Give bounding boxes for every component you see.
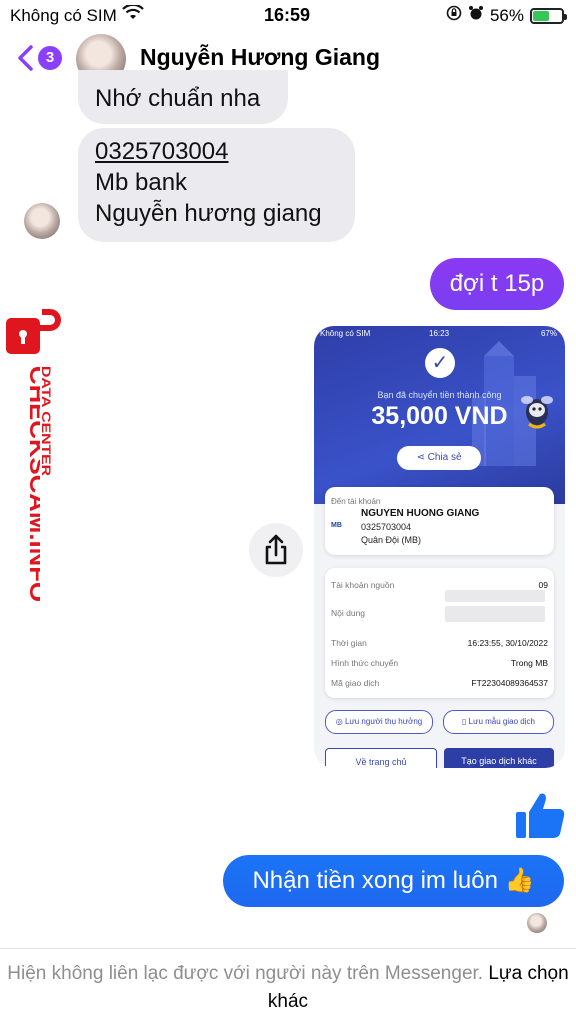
message-text: đợi t 15p [449, 270, 545, 297]
outgoing-message[interactable]: Nhận tiền xong im luôn 👍 [223, 855, 564, 907]
detail-row: Hình thức chuyển Trong MB [331, 658, 548, 668]
unavailable-text: Hiện không liên lạc được với người này t… [7, 963, 484, 984]
detail-value: Trong MB [510, 658, 548, 668]
unread-badge[interactable]: 3 [38, 46, 62, 70]
watermark-sub-text: DATA CENTER [39, 366, 53, 476]
receipt-header: Không có SIM 16:23 67% ✓ Bạn đã chuyển t… [314, 326, 565, 504]
message-text: Nhận tiền xong im luôn 👍 [252, 867, 535, 894]
transaction-details: Tài khoản nguồn 09 Nội dung Thời gian 16… [325, 568, 554, 698]
message-text: Nhớ chuẩn nha [95, 85, 261, 112]
unavailable-notice: Hiện không liên lạc được với người này t… [0, 960, 576, 1016]
home-button: Về trang chủ [325, 748, 437, 768]
wifi-icon [122, 3, 144, 26]
checkscam-watermark: CHECKSCAM.INFO DATA CENTER [4, 308, 64, 602]
save-recipient-label: Lưu người thụ hưởng [344, 717, 423, 726]
footer-divider [0, 948, 576, 949]
detail-label: Thời gian [331, 638, 367, 648]
orientation-lock-icon [446, 5, 462, 26]
back-chevron-icon[interactable] [16, 44, 34, 78]
detail-label: Mã giao dịch [331, 678, 380, 688]
outgoing-message[interactable]: đợi t 15p [430, 258, 564, 310]
alarm-icon [468, 5, 484, 26]
message-text-bank: Mb bank [95, 169, 188, 196]
message-text-name: Nguyễn hương giang [95, 200, 322, 227]
receipt-image[interactable]: Không có SIM 16:23 67% ✓ Bạn đã chuyển t… [314, 326, 565, 768]
receipt-share-button: ⋖ Chia sẻ [397, 446, 481, 470]
save-template-label: Lưu mẫu giao dịch [468, 717, 535, 726]
recipient-card: Đến tài khoản MB NGUYEN HUONG GIANG 0325… [325, 487, 554, 555]
detail-value: FT22304089364537 [471, 678, 548, 688]
clock: 16:59 [264, 5, 311, 25]
detail-value: 09 [538, 580, 548, 590]
recipient-bank: Quân Đội (MB) [361, 535, 422, 545]
share-small-icon: ⋖ [416, 452, 428, 463]
new-transaction-button: Tạo giao dịch khác [444, 748, 554, 768]
watermark-main-text: CHECKSCAM.INFO [25, 366, 40, 602]
receipt-status-time: 16:23 [429, 329, 450, 338]
transfer-amount: 35,000 VND [371, 402, 508, 430]
detail-label: Tài khoản nguồn [331, 580, 395, 590]
success-check-icon: ✓ [425, 348, 455, 378]
battery-percent: 56% [489, 5, 524, 25]
receipt-share-label: Chia sẻ [427, 452, 462, 463]
receipt-bottom-actions: Về trang chủ Tạo giao dịch khác [325, 748, 554, 768]
svg-text:DATA CENTER: DATA CENTER [39, 366, 53, 476]
document-icon: ▯ [462, 717, 469, 726]
phone-number-link[interactable]: 0325703004 [95, 136, 338, 167]
receipt-save-actions: ◎ Lưu người thụ hưởng ▯ Lưu mẫu giao dịc… [325, 710, 554, 734]
recipient-account: 0325703004 [361, 522, 412, 532]
thumbs-up-icon[interactable] [514, 790, 566, 840]
status-bar: Không có SIM 16:59 56% [0, 0, 576, 32]
detail-row: Tài khoản nguồn 09 [331, 580, 548, 590]
user-icon: ◎ [335, 717, 345, 726]
detail-row: Mã giao dịch FT22304089364537 [331, 678, 548, 688]
share-icon [265, 534, 287, 565]
incoming-message[interactable]: 0325703004 Mb bank Nguyễn hương giang [78, 128, 355, 242]
share-button[interactable] [249, 523, 303, 577]
battery-icon [530, 7, 567, 24]
recipient-label: Đến tài khoản [331, 497, 381, 506]
incoming-message[interactable]: Nhớ chuẩn nha [78, 70, 288, 124]
contact-name[interactable]: Nguyễn Hương Giang [140, 44, 380, 71]
detail-label: Hình thức chuyển [331, 658, 399, 668]
read-receipt-avatar [527, 913, 547, 933]
battery-fill [533, 10, 549, 21]
save-template-button: ▯ Lưu mẫu giao dịch [443, 710, 554, 734]
save-recipient-button: ◎ Lưu người thụ hưởng [325, 710, 433, 734]
detail-label: Nội dung [331, 608, 366, 618]
redacted-value [445, 590, 545, 602]
mb-bank-logo: MB [331, 522, 342, 529]
success-message: Bạn đã chuyển tiền thành công [377, 390, 502, 400]
status-right: 56% [446, 5, 567, 26]
detail-value: 16:23:55, 30/10/2022 [467, 638, 548, 648]
detail-row: Thời gian 16:23:55, 30/10/2022 [331, 638, 548, 648]
redacted-value [445, 606, 545, 622]
carrier-label: Không có SIM [10, 6, 117, 25]
lock-icon [6, 309, 61, 354]
battery-nub [564, 13, 567, 20]
sender-avatar[interactable] [24, 203, 60, 239]
recipient-name: NGUYEN HUONG GIANG [361, 508, 480, 519]
